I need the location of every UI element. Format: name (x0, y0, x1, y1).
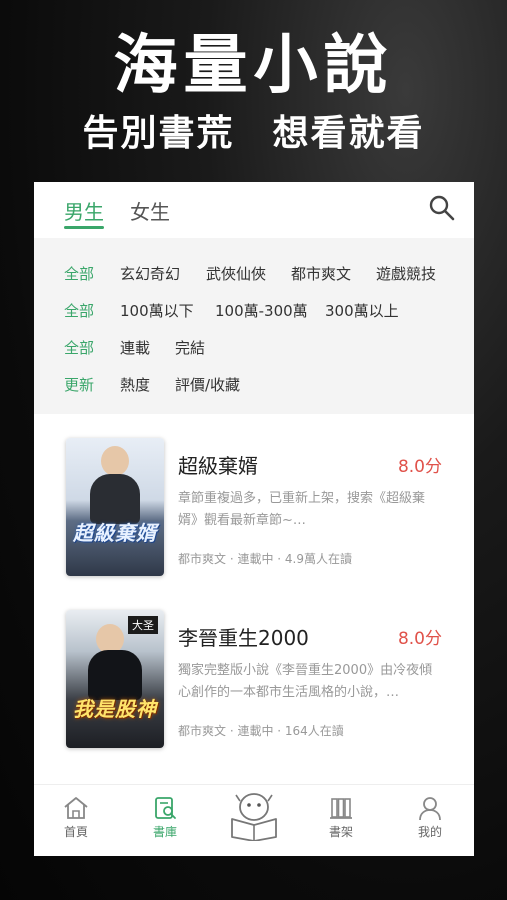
promo-banner: 海量小說 告別書荒 想看就看 (0, 0, 507, 180)
nav-home[interactable]: 首頁 (46, 795, 106, 840)
book-item[interactable]: 超級棄婿 超級棄婿 8.0分 章節重複過多，已重新上架，搜索《超級棄婿》觀看最新… (34, 438, 474, 588)
filter-category-wuxia[interactable]: 武俠仙俠 (206, 263, 266, 284)
cover-title-art: 超級棄婿 (73, 521, 157, 545)
filter-category-all[interactable]: 全部 (64, 263, 94, 284)
tab-male[interactable]: 男生 (64, 196, 104, 225)
app-screen: 男生 女生 全部 玄幻奇幻 武俠仙俠 都市爽文 遊戲競技 全部 100萬以下 1… (34, 182, 474, 856)
promo-subtitle-left: 告別書荒 (82, 113, 235, 154)
filter-panel: 全部 玄幻奇幻 武俠仙俠 都市爽文 遊戲競技 全部 100萬以下 100萬-30… (34, 238, 474, 414)
sort-rating[interactable]: 評價/收藏 (175, 374, 240, 395)
active-tab-indicator (64, 226, 104, 229)
bottom-nav: 首頁 書庫 書架 我的 (34, 784, 474, 856)
promo-subtitle: 告別書荒 想看就看 (0, 104, 507, 156)
filter-status-ongoing[interactable]: 連載 (120, 337, 150, 358)
bookshelf-icon (330, 798, 352, 819)
nav-center-mascot[interactable] (224, 789, 284, 843)
filter-row-sort: 更新 熱度 評價/收藏 (34, 367, 474, 404)
filter-category-gaming[interactable]: 遊戲競技 (376, 263, 436, 284)
filter-row-status: 全部 連載 完結 (34, 330, 474, 367)
promo-subtitle-right: 想看就看 (272, 113, 425, 154)
top-bar: 男生 女生 (34, 182, 474, 238)
nav-me[interactable]: 我的 (400, 795, 460, 840)
cover-title-art: 我是股神 (73, 697, 157, 721)
filter-wordcount-under-1m[interactable]: 100萬以下 (120, 300, 194, 321)
sort-update[interactable]: 更新 (64, 374, 94, 395)
filter-wordcount-over-3m[interactable]: 300萬以上 (325, 300, 399, 321)
filter-row-category: 全部 玄幻奇幻 武俠仙俠 都市爽文 遊戲競技 (34, 256, 474, 293)
filter-wordcount-all[interactable]: 全部 (64, 300, 94, 321)
nav-shelf[interactable]: 書架 (311, 795, 371, 840)
sort-popularity[interactable]: 熱度 (120, 374, 150, 395)
book-cover[interactable]: 超級棄婿 (66, 438, 164, 576)
book-item[interactable]: 大圣 我是股神 李晉重生2000 8.0分 獨家完整版小說《李晉重生2000》由… (34, 610, 474, 760)
home-icon (64, 797, 88, 819)
book-score: 8.0分 (397, 457, 442, 477)
filter-row-wordcount: 全部 100萬以下 100萬-300萬 300萬以上 (34, 293, 474, 330)
filter-category-fantasy[interactable]: 玄幻奇幻 (120, 263, 180, 284)
cover-badge: 大圣 (128, 616, 158, 634)
nav-library-label: 書庫 (152, 825, 177, 839)
promo-title: 海量小說 (113, 29, 394, 103)
book-meta: 都市爽文 · 連載中 · 164人在讀 (178, 724, 344, 738)
filter-status-completed[interactable]: 完結 (175, 337, 205, 358)
mascot-reading-icon (231, 793, 277, 841)
nav-library[interactable]: 書庫 (135, 795, 195, 840)
book-title[interactable]: 超級棄婿 (178, 450, 258, 479)
filter-category-urban[interactable]: 都市爽文 (291, 263, 351, 284)
filter-status-all[interactable]: 全部 (64, 337, 94, 358)
library-icon (155, 797, 176, 819)
tab-female[interactable]: 女生 (130, 196, 170, 225)
user-icon (419, 797, 441, 821)
book-cover[interactable]: 大圣 我是股神 (66, 610, 164, 748)
book-meta: 都市爽文 · 連載中 · 4.9萬人在讀 (178, 552, 352, 566)
nav-shelf-label: 書架 (328, 825, 353, 839)
filter-wordcount-1m-3m[interactable]: 100萬-300萬 (215, 300, 308, 321)
book-score: 8.0分 (397, 629, 442, 649)
book-description: 獨家完整版小說《李晉重生2000》由冷夜傾心創作的一本都市生活風格的小說，… (178, 663, 433, 700)
search-icon (429, 195, 455, 221)
book-description: 章節重複過多，已重新上架，搜索《超級棄婿》觀看最新章節~… (178, 491, 426, 528)
nav-home-label: 首頁 (63, 825, 88, 839)
search-button[interactable] (428, 194, 456, 222)
nav-me-label: 我的 (417, 825, 442, 839)
book-title[interactable]: 李晉重生2000 (178, 622, 309, 651)
